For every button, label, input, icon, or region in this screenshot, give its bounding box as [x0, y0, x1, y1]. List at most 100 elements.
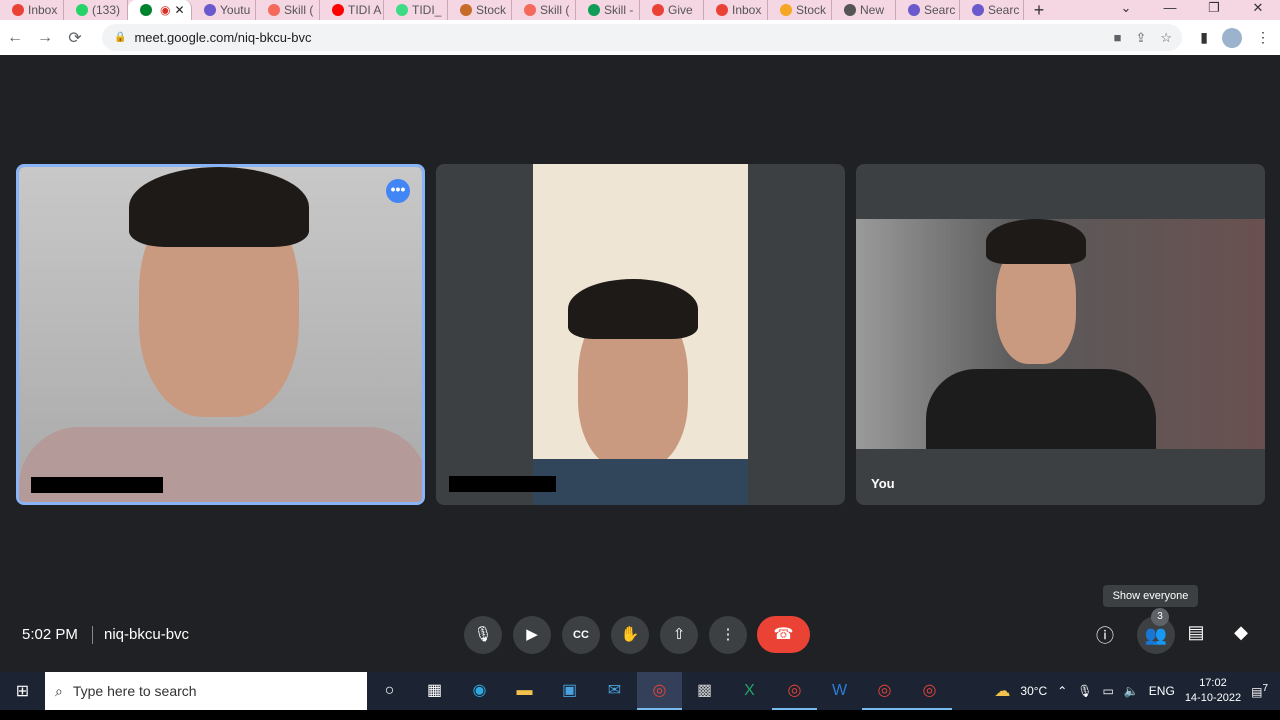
- browser-tab[interactable]: Stock: [768, 0, 832, 20]
- file-explorer-icon[interactable]: ▬: [502, 672, 547, 710]
- store-icon[interactable]: ▣: [547, 672, 592, 710]
- tab-title: Skill -: [604, 3, 634, 17]
- calculator-icon[interactable]: ▩: [682, 672, 727, 710]
- tab-favicon-icon: [12, 4, 24, 16]
- tab-favicon-icon: [908, 4, 920, 16]
- browser-tab[interactable]: (133): [64, 0, 128, 20]
- more-options-button[interactable]: ⋮: [709, 616, 747, 654]
- browser-tab[interactable]: TIDI A: [320, 0, 384, 20]
- tab-title: New: [860, 3, 885, 17]
- weather-icon[interactable]: ☁: [994, 681, 1010, 701]
- tab-favicon-icon: [204, 4, 216, 16]
- tab-favicon-icon: [268, 4, 280, 16]
- tab-favicon-icon: [76, 4, 88, 16]
- tab-favicon-icon: [716, 4, 728, 16]
- windows-start-icon[interactable]: ⊞: [0, 681, 45, 701]
- browser-tab[interactable]: New: [832, 0, 896, 20]
- url-text[interactable]: meet.google.com/niq-bkcu-bvc: [134, 30, 311, 45]
- screen-bottom-edge: [0, 710, 1280, 720]
- close-tab-icon[interactable]: ✕: [174, 3, 184, 17]
- weather-temp[interactable]: 30°C: [1020, 684, 1047, 698]
- menu-icon[interactable]: ⋮: [1256, 29, 1270, 46]
- video-feed: [856, 219, 1265, 449]
- browser-tab[interactable]: Youtu: [192, 0, 256, 20]
- chrome-profile-icon[interactable]: ◎: [862, 672, 907, 710]
- divider: [92, 626, 93, 644]
- camera-icon[interactable]: ■: [1114, 30, 1122, 46]
- notification-count: 7: [1262, 683, 1268, 694]
- tab-title: Youtu: [220, 3, 251, 17]
- raise-hand-button[interactable]: ✋: [611, 616, 649, 654]
- tab-title: Stock: [476, 3, 507, 17]
- tab-title: TIDI A: [348, 3, 382, 17]
- participant-tile-2[interactable]: [436, 164, 845, 505]
- browser-tab[interactable]: Searc: [896, 0, 960, 20]
- chrome-profile-icon[interactable]: ◎: [907, 672, 952, 710]
- present-screen-button[interactable]: ⇧: [660, 616, 698, 654]
- participant-tile-self[interactable]: You: [856, 164, 1265, 505]
- tab-favicon-icon: [972, 4, 984, 16]
- browser-tab[interactable]: Skill (: [512, 0, 576, 20]
- word-icon[interactable]: W: [817, 672, 862, 710]
- share-icon[interactable]: ⇪: [1135, 30, 1146, 46]
- browser-tab[interactable]: TIDI_: [384, 0, 448, 20]
- clock[interactable]: 17:02 14-10-2022: [1185, 676, 1241, 706]
- recording-icon: ◉: [160, 3, 171, 17]
- taskbar-search[interactable]: ⌕ Type here to search: [45, 672, 367, 710]
- browser-tab[interactable]: Give: [640, 0, 704, 20]
- browser-tab[interactable]: Skill -: [576, 0, 640, 20]
- tab-title: Inbox: [28, 3, 58, 17]
- tab-strip: Inbox (133) ◉ ✕ Youtu Skill (TIDI A TIDI_ Stock…: [0, 0, 1280, 20]
- microphone-icon[interactable]: 🎙: [1077, 684, 1092, 698]
- participant-name-redacted: [449, 476, 556, 492]
- browser-tab[interactable]: Searc: [960, 0, 1024, 20]
- side-panel-icon[interactable]: ▮: [1200, 29, 1208, 46]
- participant-tile-1[interactable]: •••: [16, 164, 425, 505]
- tab-title: Stock: [796, 3, 827, 17]
- close-window-button[interactable]: ✕: [1236, 0, 1280, 16]
- mail-icon[interactable]: ✉: [592, 672, 637, 710]
- network-icon[interactable]: ▭: [1103, 684, 1114, 698]
- activities-icon[interactable]: ◆: [1228, 622, 1254, 643]
- browser-tab[interactable]: Inbox: [704, 0, 768, 20]
- back-icon[interactable]: ←: [0, 29, 30, 47]
- cortana-icon[interactable]: ○: [367, 672, 412, 710]
- notifications-icon[interactable]: ▤7: [1251, 683, 1268, 699]
- meeting-details-icon[interactable]: ⓘ: [1092, 622, 1118, 648]
- new-tab-button[interactable]: +: [1024, 0, 1054, 21]
- tab-favicon-icon: [460, 4, 472, 16]
- tab-favicon-icon: [524, 4, 536, 16]
- browser-tab[interactable]: Skill (: [256, 0, 320, 20]
- browser-tab[interactable]: Inbox: [0, 0, 64, 20]
- bookmark-star-icon[interactable]: ☆: [1160, 30, 1172, 46]
- leave-call-button[interactable]: ☎: [757, 616, 810, 653]
- profile-avatar[interactable]: [1222, 27, 1242, 48]
- chat-icon[interactable]: ▤: [1183, 622, 1209, 643]
- forward-icon[interactable]: →: [30, 29, 60, 47]
- reload-icon[interactable]: ⟳: [60, 28, 90, 48]
- task-view-icon[interactable]: ▦: [412, 672, 457, 710]
- camera-button[interactable]: ▶: [513, 616, 551, 654]
- edge-icon[interactable]: ◉: [457, 672, 502, 710]
- chrome-profile-icon[interactable]: ◎: [772, 672, 817, 710]
- show-everyone-tooltip: Show everyone: [1103, 585, 1198, 607]
- tab-search-icon[interactable]: ⌄: [1104, 0, 1148, 16]
- address-bar[interactable]: 🔒 meet.google.com/niq-bkcu-bvc ■ ⇪ ☆: [102, 24, 1182, 51]
- minimize-button[interactable]: —: [1148, 0, 1192, 16]
- volume-icon[interactable]: 🔈: [1124, 684, 1139, 698]
- browser-tab[interactable]: Stock: [448, 0, 512, 20]
- tab-favicon-icon: [332, 4, 344, 16]
- tab-title: TIDI_: [412, 3, 442, 17]
- maximize-button[interactable]: ❐: [1192, 0, 1236, 16]
- captions-button[interactable]: CC: [562, 616, 600, 654]
- chrome-icon[interactable]: ◎: [637, 672, 682, 710]
- language-indicator[interactable]: ENG: [1149, 684, 1175, 698]
- excel-icon[interactable]: X: [727, 672, 772, 710]
- microphone-button[interactable]: 🎙: [464, 616, 502, 654]
- clock-date: 14-10-2022: [1184, 692, 1242, 704]
- browser-tab[interactable]: ◉ ✕: [128, 0, 192, 20]
- tab-title: Searc: [988, 3, 1020, 17]
- more-options-icon[interactable]: •••: [386, 179, 410, 203]
- chevron-up-icon[interactable]: ⌃: [1057, 684, 1067, 698]
- search-placeholder[interactable]: Type here to search: [73, 683, 197, 699]
